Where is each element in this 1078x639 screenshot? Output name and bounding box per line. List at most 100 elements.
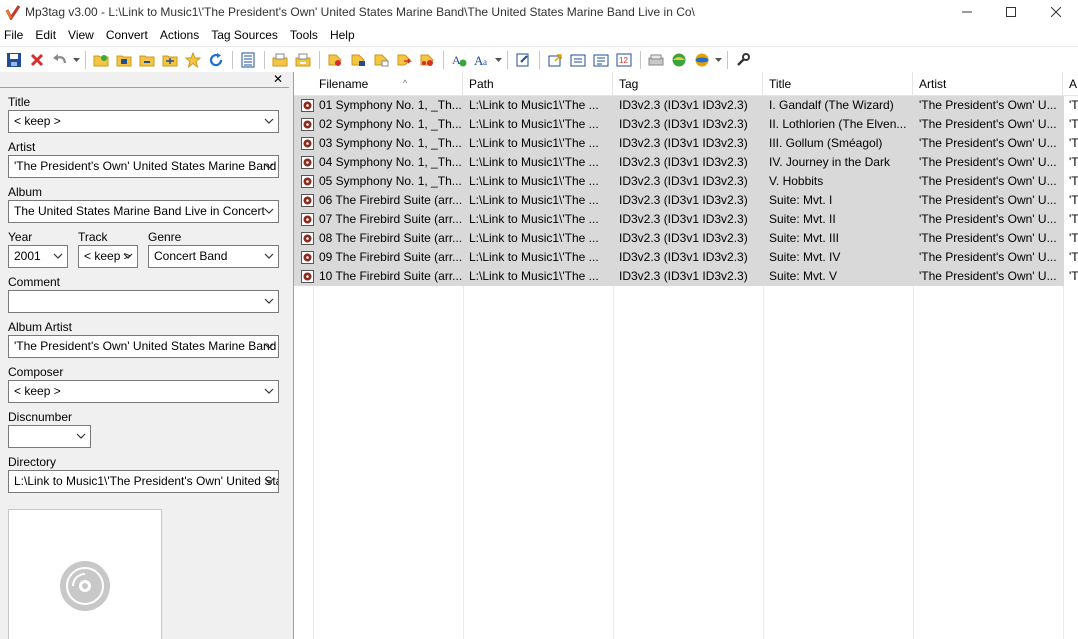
chevron-down-icon[interactable]	[123, 253, 133, 260]
sphere-icon	[695, 53, 709, 66]
cell-title: Suite: Mvt. III	[769, 231, 840, 245]
chevron-down-icon[interactable]	[264, 253, 274, 260]
composer-field[interactable]: < keep >	[8, 380, 279, 403]
title-field[interactable]: < keep >	[8, 110, 279, 133]
playlist-button[interactable]	[269, 49, 291, 71]
menu-file[interactable]: File	[0, 28, 29, 42]
tag-panel-button[interactable]	[237, 49, 259, 71]
folder-export-button[interactable]	[136, 49, 158, 71]
favorite-button[interactable]	[182, 49, 204, 71]
comment-field[interactable]	[8, 290, 279, 313]
year-field[interactable]: 2001	[8, 245, 68, 268]
menu-tools[interactable]: Tools	[284, 28, 324, 42]
table-row[interactable]: 01 Symphony No. 1, _Th... L:\Link to Musi…	[294, 96, 1078, 115]
table-row[interactable]: 02 Symphony No. 1, _Th... L:\Link to Musi…	[294, 115, 1078, 134]
undo-dropdown[interactable]	[72, 49, 81, 71]
table-row[interactable]: 05 Symphony No. 1, _Th... L:\Link to Musi…	[294, 172, 1078, 191]
column-header-tag[interactable]: Tag	[613, 72, 763, 96]
menu-help[interactable]: Help	[324, 28, 361, 42]
chevron-down-icon[interactable]	[264, 118, 274, 125]
cover-art-box[interactable]	[8, 509, 162, 639]
text-file-to-tag-button[interactable]	[370, 49, 392, 71]
export-button[interactable]	[544, 49, 566, 71]
filename-to-filename-button[interactable]	[416, 49, 438, 71]
album-field[interactable]: The United States Marine Band Live in Co…	[8, 200, 279, 223]
folder-import-button[interactable]	[159, 49, 181, 71]
table-row[interactable]: 08 The Firebird Suite (arr... L:\Link to …	[294, 229, 1078, 248]
close-window-button[interactable]	[1033, 0, 1078, 24]
tag-sources-button[interactable]	[645, 49, 667, 71]
tag-to-tag-icon	[397, 54, 412, 65]
cell-title: Suite: Mvt. IV	[769, 250, 841, 264]
print-button[interactable]	[292, 49, 314, 71]
menu-edit[interactable]: Edit	[29, 28, 62, 42]
import-button[interactable]	[567, 49, 589, 71]
filename-to-tag-button[interactable]	[347, 49, 369, 71]
chevron-down-icon[interactable]	[264, 388, 274, 395]
cell-filename: 06 The Firebird Suite (arr...	[319, 193, 463, 207]
text-view-button[interactable]	[590, 49, 612, 71]
chevron-down-icon[interactable]	[264, 298, 274, 305]
menu-view[interactable]: View	[62, 28, 100, 42]
cell-title: Suite: Mvt. V	[769, 269, 838, 283]
directory-field[interactable]: L:\Link to Music1\'The President's Own' …	[8, 470, 279, 493]
chevron-down-icon[interactable]	[264, 343, 274, 350]
cell-title: V. Hobbits	[769, 174, 824, 188]
column-header-filename[interactable]: Filename ^	[313, 72, 463, 96]
genre-value: Concert Band	[154, 249, 228, 263]
save-button[interactable]	[3, 49, 25, 71]
cd-disc-icon	[60, 561, 110, 611]
remove-tag-button[interactable]	[26, 49, 48, 71]
web-source-button[interactable]	[668, 49, 690, 71]
artist-label: Artist	[8, 140, 36, 154]
discogs-button[interactable]	[691, 49, 713, 71]
chevron-down-icon[interactable]	[264, 163, 274, 170]
column-header-artist[interactable]: Artist	[913, 72, 1063, 96]
chevron-down-icon[interactable]	[264, 208, 274, 215]
minimize-button[interactable]	[944, 0, 990, 24]
options-button[interactable]	[732, 49, 754, 71]
album-artist-field[interactable]: 'The President's Own' United States Mari…	[8, 335, 279, 358]
undo-button[interactable]	[49, 49, 71, 71]
chevron-down-icon[interactable]	[76, 433, 86, 440]
close-icon	[1051, 7, 1061, 17]
change-directory-button[interactable]	[90, 49, 112, 71]
maximize-button[interactable]	[988, 0, 1034, 24]
cell-title: Suite: Mvt. I	[769, 193, 833, 207]
discnumber-field[interactable]	[8, 425, 91, 448]
table-row[interactable]: 04 Symphony No. 1, _Th... L:\Link to Musi…	[294, 153, 1078, 172]
track-field[interactable]: < keep >	[78, 245, 138, 268]
add-directory-button[interactable]	[113, 49, 135, 71]
menu-tag-sources[interactable]: Tag Sources	[205, 28, 284, 42]
edit-button[interactable]	[512, 49, 534, 71]
refresh-button[interactable]	[205, 49, 227, 71]
cell-filename: 05 Symphony No. 1, _Th...	[319, 174, 462, 188]
panel-close-icon[interactable]: ✕	[273, 73, 283, 85]
column-header-title[interactable]: Title	[763, 72, 913, 96]
column-header-album[interactable]: A	[1063, 72, 1078, 96]
table-header: Filename ^ Path Tag Title Artist A	[294, 72, 1078, 96]
actions-dropdown[interactable]	[494, 49, 503, 71]
case-conversion-button[interactable]: Aa	[471, 49, 493, 71]
chevron-down-icon[interactable]	[53, 253, 63, 260]
numbering-button[interactable]: 12	[613, 49, 635, 71]
table-row[interactable]: 09 The Firebird Suite (arr... L:\Link to …	[294, 248, 1078, 267]
case-conversion-icon: Aa	[474, 53, 487, 68]
table-row[interactable]: 03 Symphony No. 1, _Th... L:\Link to Musi…	[294, 134, 1078, 153]
table-row[interactable]: 07 The Firebird Suite (arr... L:\Link to …	[294, 210, 1078, 229]
actions-button[interactable]: A	[448, 49, 470, 71]
tag-to-filename-button[interactable]	[324, 49, 346, 71]
menu-convert[interactable]: Convert	[100, 28, 154, 42]
table-row[interactable]: 06 The Firebird Suite (arr... L:\Link to …	[294, 191, 1078, 210]
table-row[interactable]: 10 The Firebird Suite (arr... L:\Link to …	[294, 267, 1078, 286]
menu-actions[interactable]: Actions	[154, 28, 205, 42]
artist-value: 'The President's Own' United States Mari…	[14, 159, 277, 173]
tag-sources-dropdown[interactable]	[714, 49, 723, 71]
genre-field[interactable]: Concert Band	[148, 245, 279, 268]
column-header-path[interactable]: Path	[463, 72, 613, 96]
tag-to-tag-button[interactable]	[393, 49, 415, 71]
chevron-down-icon	[495, 57, 502, 62]
artist-field[interactable]: 'The President's Own' United States Mari…	[8, 155, 279, 178]
chevron-down-icon[interactable]	[264, 478, 274, 485]
toolbar-separator	[507, 50, 508, 69]
